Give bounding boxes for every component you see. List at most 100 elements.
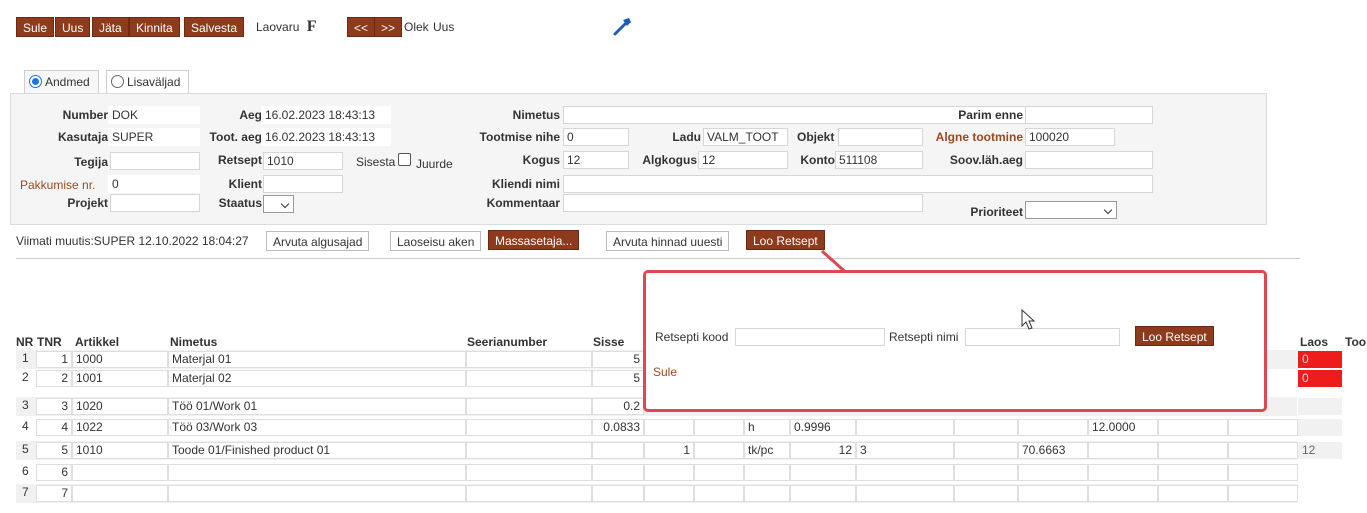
next-button[interactable]: >> — [374, 17, 403, 37]
row-empty[interactable] — [694, 442, 744, 459]
row-sisse[interactable]: 5 — [592, 351, 644, 368]
row-empty[interactable] — [1228, 419, 1298, 436]
row-seerianumber[interactable] — [466, 370, 592, 387]
row-price[interactable] — [1018, 464, 1088, 481]
row-qty[interactable] — [644, 485, 694, 502]
parim-enne-field[interactable] — [1025, 106, 1153, 124]
tootmise-nihe-field[interactable]: 0 — [563, 128, 629, 146]
prioriteet-select[interactable] — [1025, 201, 1117, 219]
loo-retsept-button[interactable]: Loo Retsept — [746, 230, 825, 250]
row-value[interactable] — [790, 464, 856, 481]
row-price[interactable] — [1018, 419, 1088, 436]
row-empty[interactable] — [1228, 464, 1298, 481]
tab-lisavaljad[interactable]: Lisaväljad — [106, 70, 190, 94]
tegija-field[interactable] — [110, 152, 200, 170]
row-sisse[interactable] — [592, 464, 644, 481]
staatus-select[interactable] — [263, 195, 294, 213]
row-artikkel[interactable] — [72, 485, 168, 502]
row-seerianumber[interactable] — [466, 464, 592, 481]
recipe-name-input[interactable] — [965, 328, 1120, 346]
row-unit[interactable]: h — [744, 419, 790, 436]
row-artikkel[interactable]: 1010 — [72, 442, 168, 459]
row-value2[interactable] — [1088, 442, 1158, 459]
row-extra[interactable]: 3 — [856, 442, 954, 459]
sisesta-button[interactable]: Sisesta — [356, 155, 395, 169]
projekt-field[interactable] — [110, 194, 200, 212]
aeg-field[interactable]: 16.02.2023 18:43:13 — [261, 106, 391, 124]
row-tnr[interactable]: 3 — [36, 398, 72, 415]
row-unit[interactable]: tk/pc — [744, 442, 790, 459]
row-value2[interactable] — [1088, 485, 1158, 502]
row-qty[interactable]: 1 — [644, 442, 694, 459]
row-tnr[interactable]: 7 — [36, 485, 72, 502]
row-seerianumber[interactable] — [466, 351, 592, 368]
row-empty[interactable] — [954, 442, 1018, 459]
row-sisse[interactable]: 0.2 — [592, 398, 644, 415]
row-qty[interactable] — [644, 419, 694, 436]
arvuta-algusajad-button[interactable]: Arvuta algusajad — [266, 231, 370, 251]
row-tnr[interactable]: 6 — [36, 464, 72, 481]
row-empty[interactable] — [694, 485, 744, 502]
row-tnr[interactable]: 4 — [36, 419, 72, 436]
kogus-field[interactable]: 12 — [563, 151, 629, 169]
row-extra[interactable] — [856, 419, 954, 436]
retsept-field[interactable]: 1010 — [263, 152, 343, 170]
kliendi-nimi-field[interactable] — [563, 175, 1153, 193]
row-nimetus[interactable] — [168, 485, 466, 502]
row-value[interactable]: 12 — [790, 442, 856, 459]
row-value[interactable] — [790, 485, 856, 502]
number-field[interactable]: DOK — [108, 106, 200, 124]
row-artikkel[interactable]: 1020 — [72, 398, 168, 415]
row-empty[interactable] — [1158, 419, 1228, 436]
klient-field[interactable] — [263, 175, 343, 193]
row-empty[interactable] — [1158, 464, 1228, 481]
laoseisu-aken-button[interactable]: Laoseisu aken — [390, 231, 482, 251]
row-empty[interactable] — [954, 419, 1018, 436]
close-button[interactable]: Sule — [16, 17, 55, 37]
row-artikkel[interactable] — [72, 464, 168, 481]
row-nimetus[interactable] — [168, 464, 466, 481]
laovaru-button[interactable]: Laovaru F — [250, 17, 323, 37]
new-button[interactable]: Uus — [55, 17, 91, 37]
algne-tootmine-field[interactable]: 100020 — [1025, 128, 1115, 146]
recipe-code-input[interactable] — [735, 328, 885, 346]
row-nimetus[interactable]: Materjal 02 — [168, 370, 466, 387]
row-artikkel[interactable]: 1022 — [72, 419, 168, 436]
row-empty[interactable] — [1228, 442, 1298, 459]
juurde-checkbox[interactable] — [398, 153, 411, 166]
row-qty[interactable] — [644, 464, 694, 481]
row-sisse[interactable]: 5 — [592, 370, 644, 387]
row-empty[interactable] — [1158, 485, 1228, 502]
pakkumise-field[interactable]: 0 — [108, 175, 200, 193]
confirm-button[interactable]: Kinnita — [129, 17, 180, 37]
row-value[interactable]: 0.9996 — [790, 419, 856, 436]
row-seerianumber[interactable] — [466, 398, 592, 415]
row-seerianumber[interactable] — [466, 419, 592, 436]
row-empty[interactable] — [1228, 485, 1298, 502]
discard-button[interactable]: Jäta — [92, 17, 129, 37]
row-extra[interactable] — [856, 485, 954, 502]
save-button[interactable]: Salvesta — [184, 17, 245, 37]
row-empty[interactable] — [694, 419, 744, 436]
kommentaar-field[interactable] — [563, 194, 923, 212]
row-price[interactable]: 70.6663 — [1018, 442, 1088, 459]
objekt-field[interactable] — [838, 128, 923, 146]
row-seerianumber[interactable] — [466, 442, 592, 459]
row-tnr[interactable]: 2 — [36, 370, 72, 387]
row-empty[interactable] — [954, 485, 1018, 502]
create-recipe-button[interactable]: Loo Retsept — [1135, 326, 1214, 346]
row-seerianumber[interactable] — [466, 485, 592, 502]
row-value2[interactable] — [1088, 464, 1158, 481]
konto-field[interactable]: 511108 — [835, 151, 923, 169]
prev-button[interactable]: << — [347, 17, 376, 37]
soov-lah-aeg-field[interactable] — [1025, 151, 1153, 169]
hammer-icon[interactable] — [611, 14, 635, 38]
row-sisse[interactable]: 0.0833 — [592, 419, 644, 436]
row-extra[interactable] — [856, 464, 954, 481]
row-artikkel[interactable]: 1001 — [72, 370, 168, 387]
row-nimetus[interactable]: Materjal 01 — [168, 351, 466, 368]
row-empty[interactable] — [694, 464, 744, 481]
row-unit[interactable] — [744, 464, 790, 481]
row-price[interactable] — [1018, 485, 1088, 502]
ladu-field[interactable]: VALM_TOOT — [703, 128, 788, 146]
